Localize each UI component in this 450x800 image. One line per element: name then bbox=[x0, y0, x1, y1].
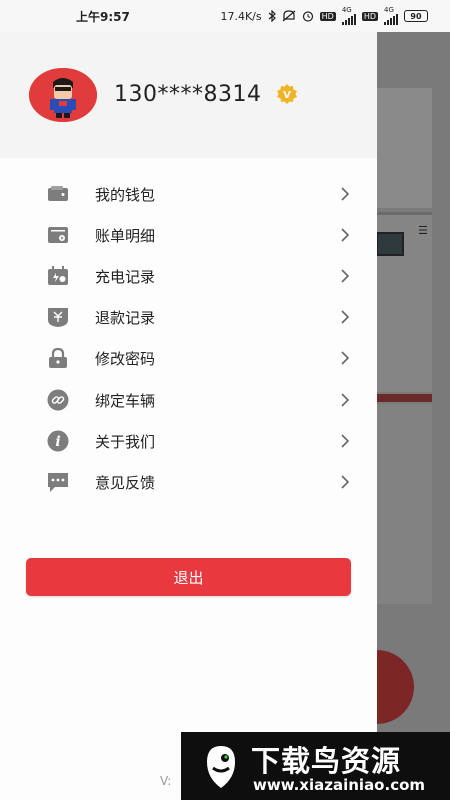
watermark-title: 下载鸟资源 bbox=[251, 744, 402, 778]
signal-icon bbox=[341, 14, 356, 25]
hd-label: HD bbox=[361, 11, 378, 21]
background-card bbox=[370, 404, 432, 604]
background-divider bbox=[370, 394, 432, 402]
background-charger-image bbox=[376, 232, 404, 256]
logout-button[interactable]: 退出 bbox=[26, 558, 351, 596]
menu-item-label: 我的钱包 bbox=[95, 185, 156, 204]
chevron-right-icon bbox=[341, 475, 350, 489]
chevron-right-icon bbox=[341, 187, 350, 201]
menu-item-label: 关于我们 bbox=[95, 432, 156, 451]
link-icon bbox=[47, 389, 69, 411]
background-card bbox=[370, 88, 432, 208]
superhero-avatar-icon bbox=[29, 68, 97, 122]
watermark-url: www.xiazainiao.com bbox=[253, 776, 426, 794]
version-text: V: bbox=[160, 774, 172, 788]
vip-badge-icon: V bbox=[277, 84, 297, 104]
network-4g-label: 4G bbox=[341, 6, 352, 14]
network-speed: 17.4K/s bbox=[220, 9, 262, 23]
menu-item-bind-vehicle[interactable]: 绑定车辆 bbox=[0, 380, 377, 420]
avatar[interactable] bbox=[29, 68, 97, 122]
bill-icon bbox=[48, 227, 68, 243]
battery-icon: 90 bbox=[404, 10, 428, 22]
menu-item-wallet[interactable]: 我的钱包 bbox=[0, 174, 377, 214]
menu-item-charging-record[interactable]: 充电记录 bbox=[0, 256, 377, 296]
user-phone: 130****8314 bbox=[114, 82, 262, 107]
menu-item-label: 退款记录 bbox=[95, 308, 156, 327]
menu-item-label: 修改密码 bbox=[95, 349, 156, 368]
hd-label: HD bbox=[319, 11, 336, 21]
background-menu-icon: ☰ bbox=[418, 224, 428, 237]
svg-text:V: V bbox=[283, 90, 291, 101]
alarm-icon bbox=[302, 11, 313, 22]
menu-item-label: 意见反馈 bbox=[95, 473, 156, 492]
menu-item-feedback[interactable]: 意见反馈 bbox=[0, 462, 377, 502]
mute-icon bbox=[282, 10, 296, 22]
svg-text:i: i bbox=[55, 434, 60, 450]
watermark-bird-logo bbox=[207, 746, 235, 788]
refund-icon bbox=[48, 308, 68, 327]
info-icon: i bbox=[47, 430, 69, 452]
status-icons: 17.4K/s HD 4G HD 4G 90 bbox=[220, 7, 428, 25]
menu-item-refund[interactable]: 退款记录 bbox=[0, 297, 377, 337]
drawer-header: 130****8314 V bbox=[0, 32, 377, 158]
signal-icon bbox=[384, 14, 398, 25]
status-bar: 上午9:57 17.4K/s HD 4G HD 4G 90 bbox=[0, 0, 450, 32]
bluetooth-icon bbox=[268, 10, 276, 22]
network-4g-label: 4G bbox=[384, 6, 394, 14]
menu-item-label: 账单明细 bbox=[95, 226, 156, 245]
menu-item-label: 充电记录 bbox=[95, 267, 156, 286]
watermark-banner: 下载鸟资源 www.xiazainiao.com bbox=[181, 732, 450, 800]
chevron-right-icon bbox=[341, 351, 350, 365]
feedback-icon bbox=[48, 473, 68, 492]
menu-item-about-us[interactable]: i 关于我们 bbox=[0, 421, 377, 461]
wallet-icon bbox=[48, 186, 68, 201]
menu-item-label: 绑定车辆 bbox=[95, 391, 156, 410]
chevron-right-icon bbox=[341, 434, 350, 448]
chevron-right-icon bbox=[341, 393, 350, 407]
chevron-right-icon bbox=[341, 269, 350, 283]
menu-item-bill[interactable]: 账单明细 bbox=[0, 215, 377, 255]
status-time: 上午9:57 bbox=[76, 9, 130, 24]
charging-record-icon bbox=[48, 266, 68, 285]
lock-icon bbox=[49, 347, 67, 368]
menu-item-change-password[interactable]: 修改密码 bbox=[0, 338, 377, 378]
chevron-right-icon bbox=[341, 228, 350, 242]
side-drawer: 130****8314 V 我的钱包 账单明细 充电记录 退款记录 修改密码 绑… bbox=[0, 32, 377, 800]
chevron-right-icon bbox=[341, 310, 350, 324]
